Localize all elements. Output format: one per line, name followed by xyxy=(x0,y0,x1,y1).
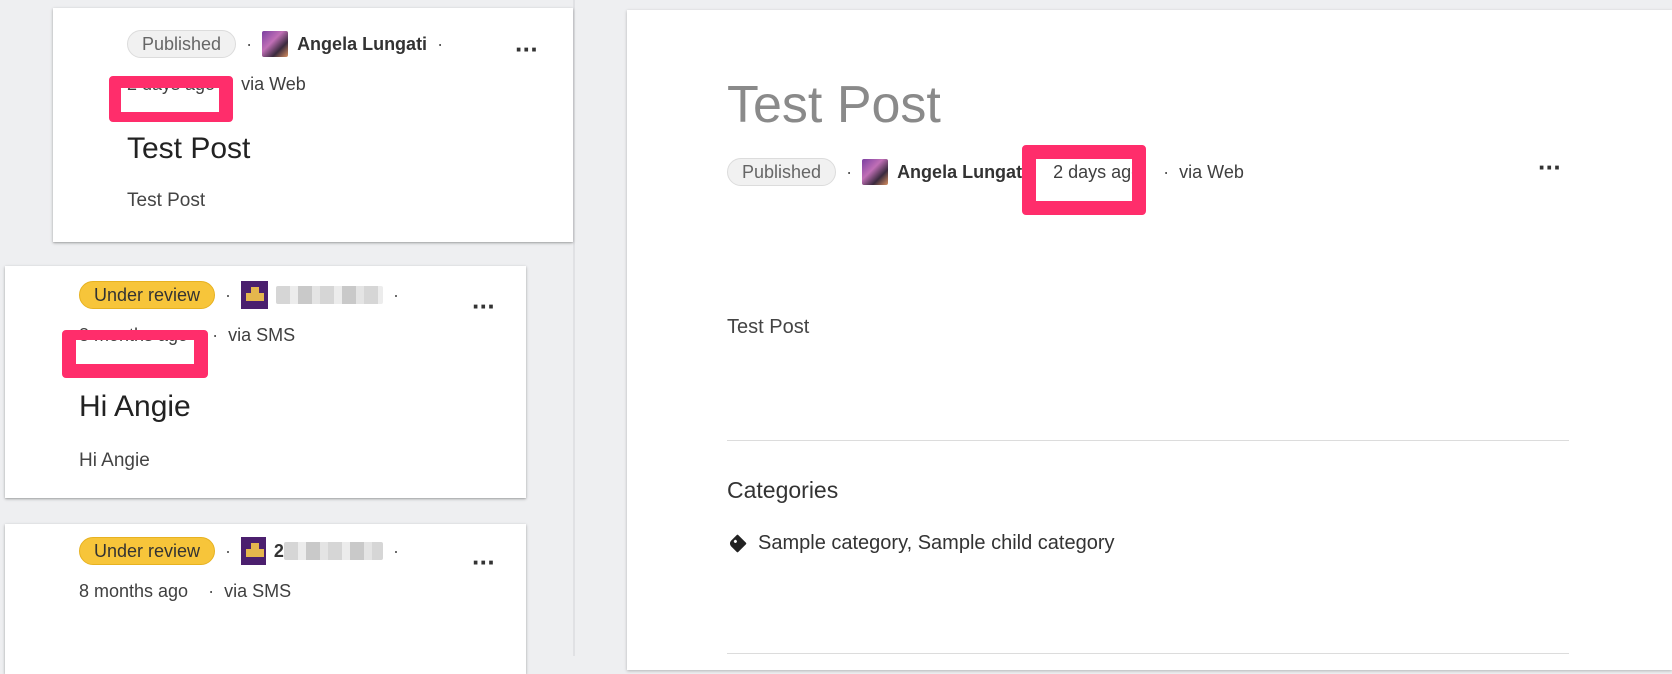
post-detail-panel: Test Post Published · Angela Lungati 2 d… xyxy=(627,10,1672,670)
post-timestamp: 8 months ago xyxy=(79,581,189,601)
post-detail-title: Test Post xyxy=(727,76,941,134)
post-meta: Under review · 2 · 8 months ago · via SM… xyxy=(79,531,409,611)
post-source: via Web xyxy=(1179,161,1244,182)
post-source: via SMS xyxy=(224,581,292,601)
post-title[interactable]: Hi Angie xyxy=(79,390,191,424)
categories-text[interactable]: Sample category, Sample child category xyxy=(758,532,1114,555)
avatar xyxy=(241,281,268,309)
post-excerpt: Hi Angie xyxy=(79,450,150,471)
status-badge: Under review xyxy=(79,537,216,565)
post-timestamp: 2 days ago xyxy=(127,74,216,94)
section-divider xyxy=(727,653,1569,654)
post-title[interactable]: Test Post xyxy=(127,132,250,166)
ellipsis-icon: ··· xyxy=(515,34,539,64)
post-card-under-review[interactable]: Under review · 2 · 8 months ago · via SM… xyxy=(5,524,526,674)
post-options-button[interactable]: ··· xyxy=(472,547,496,577)
post-options-button[interactable]: ··· xyxy=(1538,152,1562,182)
column-divider xyxy=(573,0,575,656)
ellipsis-icon: ··· xyxy=(472,547,496,577)
author-name[interactable]: Angela Lungati xyxy=(297,24,427,64)
author-name[interactable]: Angela Lungati xyxy=(897,162,1027,183)
redacted-author-name xyxy=(275,286,383,304)
post-meta: Published · Angela Lungati · 2 days ago … xyxy=(127,24,457,104)
post-detail-meta: Published · Angela Lungati 2 days ago · … xyxy=(727,152,1244,192)
status-badge: Published xyxy=(127,30,237,58)
post-detail-body: Test Post xyxy=(727,316,810,338)
ellipsis-icon: ··· xyxy=(472,291,496,321)
post-meta: Under review · · 8 months ago · via SMS xyxy=(79,275,409,355)
post-source: via Web xyxy=(241,74,306,94)
post-card-test-post[interactable]: Published · Angela Lungati · 2 days ago … xyxy=(53,8,573,242)
avatar xyxy=(862,159,889,185)
categories-heading: Categories xyxy=(727,477,839,503)
ellipsis-icon: ··· xyxy=(1538,152,1562,182)
categories-list: Sample category, Sample child category xyxy=(727,532,1114,555)
status-badge: Under review xyxy=(79,281,216,309)
post-card-hi-angie[interactable]: Under review · · 8 months ago · via SMS … xyxy=(5,266,526,498)
tag-icon xyxy=(728,534,747,553)
redacted-author-name xyxy=(283,542,383,560)
avatar xyxy=(241,537,266,565)
status-badge: Published xyxy=(727,158,837,186)
post-source: via SMS xyxy=(228,325,296,345)
author-name[interactable]: 2 xyxy=(274,531,284,571)
section-divider xyxy=(727,440,1569,441)
post-excerpt: Test Post xyxy=(127,190,206,211)
post-options-button[interactable]: ··· xyxy=(515,34,539,64)
post-timestamp: 8 months ago xyxy=(79,325,189,345)
post-options-button[interactable]: ··· xyxy=(472,291,496,321)
avatar xyxy=(262,31,289,57)
post-timestamp: 2 days ago xyxy=(1053,161,1142,182)
